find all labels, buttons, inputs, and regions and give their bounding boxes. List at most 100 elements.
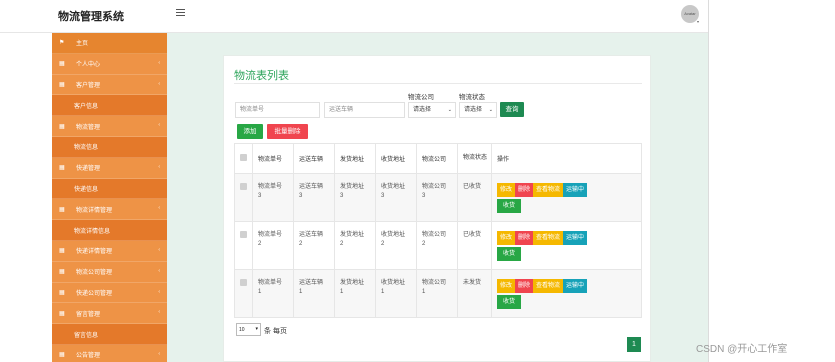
grid-icon: ▦ xyxy=(59,248,65,255)
add-button[interactable]: 添加 xyxy=(237,124,263,139)
sidebar-item-profile[interactable]: ▦ 个人中心 ‹ xyxy=(52,53,167,75)
sidebar-item-express[interactable]: ▦ 快递管理 ‹ xyxy=(52,157,167,179)
sidebar-item-label: 客户信息 xyxy=(74,103,99,110)
sidebar-item-express-info[interactable]: 快递信息 xyxy=(52,178,167,200)
sidebar-item-label: 物流详情信息 xyxy=(74,228,111,235)
view-logistics-button[interactable]: 查看物流 xyxy=(533,231,564,245)
cell-company: 物流公司 1 xyxy=(416,269,458,318)
cell-from: 发货地址 2 xyxy=(334,221,376,270)
select-all-checkbox[interactable] xyxy=(240,154,247,161)
row-checkbox[interactable] xyxy=(240,183,247,190)
sidebar-item-express-detail[interactable]: ▦ 快递详情管理 ‹ xyxy=(52,240,167,262)
receive-button[interactable]: 收货 xyxy=(497,247,522,261)
chevron-down-icon: ⌄ xyxy=(447,107,452,113)
avatar-caret-icon[interactable]: ▾ xyxy=(697,19,699,24)
status-select[interactable]: 请选择 ⌄ xyxy=(459,102,497,118)
column-header: 物流公司 xyxy=(416,143,458,174)
sidebar-item-logistics-detail-info[interactable]: 物流详情信息 xyxy=(52,220,167,241)
receive-button[interactable]: 收货 xyxy=(497,295,522,309)
in-transit-button[interactable]: 运输中 xyxy=(563,183,588,197)
cell-to: 收货地址 2 xyxy=(375,221,417,270)
chevron-icon: ‹ xyxy=(158,288,160,295)
chevron-icon: ‹ xyxy=(158,267,160,274)
sidebar-item-customer-info[interactable]: 客户信息 xyxy=(52,95,167,117)
row-checkbox[interactable] xyxy=(240,279,247,286)
company-select-value: 请选择 xyxy=(413,107,432,113)
cell-vehicle: 运送车辆 1 xyxy=(293,269,335,318)
page-size-select[interactable]: 10 ▾ xyxy=(236,323,261,336)
row-checkbox[interactable] xyxy=(240,231,247,238)
app-title: 物流管理系统 xyxy=(58,11,124,23)
chevron-down-icon: ▾ xyxy=(255,326,258,332)
edit-button[interactable]: 修改 xyxy=(497,279,516,293)
sidebar-item-label: 个人中心 xyxy=(76,62,101,69)
select-all-cell xyxy=(234,143,253,174)
company-select[interactable]: 请选择 ⌄ xyxy=(408,102,456,118)
view-logistics-button[interactable]: 查看物流 xyxy=(533,183,564,197)
cell-from: 发货地址 3 xyxy=(334,173,376,222)
in-transit-button[interactable]: 运输中 xyxy=(563,231,588,245)
delete-button[interactable]: 删除 xyxy=(515,231,534,245)
sidebar-item-notices[interactable]: ▦ 公告管理 ‹ xyxy=(52,344,167,362)
watermark: CSDN @开心工作室 xyxy=(696,344,788,355)
table-row: 物流单号 3 运送车辆 3 发货地址 3 收货地址 3 物流公司 3 已收货 修… xyxy=(234,173,642,222)
in-transit-button[interactable]: 运输中 xyxy=(563,279,588,293)
table-row: 物流单号 2 运送车辆 2 发货地址 2 收货地址 2 物流公司 2 已收货 修… xyxy=(234,221,642,270)
grid-icon: ▦ xyxy=(59,81,65,88)
grid-icon: ▦ xyxy=(59,123,65,130)
cell-vehicle: 运送车辆 2 xyxy=(293,221,335,270)
page-right-border xyxy=(708,0,709,362)
search-button[interactable]: 查询 xyxy=(500,102,524,117)
sidebar-item-logistics-company[interactable]: ▦ 物流公司管理 ‹ xyxy=(52,261,167,283)
grid-icon: ▦ xyxy=(59,61,65,68)
page-button-1[interactable]: 1 xyxy=(627,337,641,352)
delete-button[interactable]: 删除 xyxy=(515,279,534,293)
chevron-icon: ‹ xyxy=(158,163,160,170)
top-bar: 物流管理系统 Avatar ▾ xyxy=(0,0,708,33)
order-no-input[interactable]: 物流单号 xyxy=(235,102,320,118)
receive-button[interactable]: 收货 xyxy=(497,199,522,213)
sidebar-item-label: 快递详情管理 xyxy=(76,249,113,256)
edit-button[interactable]: 修改 xyxy=(497,231,516,245)
sidebar-item-message-info[interactable]: 留言信息 xyxy=(52,324,167,345)
sidebar-item-label: 客户管理 xyxy=(76,82,101,89)
cell-company: 物流公司 2 xyxy=(416,221,458,270)
chevron-icon: ‹ xyxy=(158,80,160,87)
edit-button[interactable]: 修改 xyxy=(497,183,516,197)
chevron-icon: ‹ xyxy=(158,350,160,357)
sidebar-item-label: 快递信息 xyxy=(74,186,99,193)
column-header: 发货地址 xyxy=(334,143,376,174)
avatar-text: Avatar xyxy=(684,11,696,16)
cell-order-no: 物流单号 3 xyxy=(252,173,294,222)
menu-toggle-icon[interactable] xyxy=(176,9,185,17)
sidebar-item-label: 留言管理 xyxy=(76,311,101,318)
row-checkbox-cell xyxy=(234,173,253,222)
cell-order-no: 物流单号 2 xyxy=(252,221,294,270)
sidebar-item-home[interactable]: ⚑ 主页 xyxy=(52,33,167,54)
chevron-icon: ‹ xyxy=(158,246,160,253)
sidebar-item-label: 快递公司管理 xyxy=(76,290,113,297)
delete-button[interactable]: 删除 xyxy=(515,183,534,197)
cell-from: 发货地址 1 xyxy=(334,269,376,318)
sidebar-item-label: 留言信息 xyxy=(74,332,99,339)
chevron-icon: ‹ xyxy=(158,205,160,212)
chevron-down-icon: ⌄ xyxy=(488,107,493,113)
sidebar-item-logistics-info[interactable]: 物流信息 xyxy=(52,136,167,158)
batch-delete-button[interactable]: 批量删除 xyxy=(267,124,308,139)
grid-icon: ▦ xyxy=(59,310,65,317)
sidebar-item-customers[interactable]: ▦ 客户管理 ‹ xyxy=(52,74,167,96)
sidebar-item-logistics[interactable]: ▦ 物流管理 ‹ xyxy=(52,116,167,137)
page-size-value: 10 xyxy=(239,327,245,333)
cell-order-no: 物流单号 1 xyxy=(252,269,294,318)
grid-icon: ▦ xyxy=(59,206,65,213)
vehicle-input[interactable]: 运送车辆 xyxy=(324,102,405,118)
grid-icon: ▦ xyxy=(59,165,65,172)
sidebar-item-label: 物流管理 xyxy=(76,124,101,131)
sidebar-item-label: 快递管理 xyxy=(76,166,101,173)
view-logistics-button[interactable]: 查看物流 xyxy=(533,279,564,293)
cell-actions: 修改 删除 查看物流 运输中 收货 xyxy=(491,269,642,318)
sidebar-item-express-company[interactable]: ▦ 快递公司管理 ‹ xyxy=(52,282,167,304)
sidebar-item-messages[interactable]: ▦ 留言管理 ‹ xyxy=(52,303,167,325)
sidebar-item-logistics-detail[interactable]: ▦ 物流详情管理 ‹ xyxy=(52,199,167,221)
chevron-icon: ‹ xyxy=(158,309,160,316)
